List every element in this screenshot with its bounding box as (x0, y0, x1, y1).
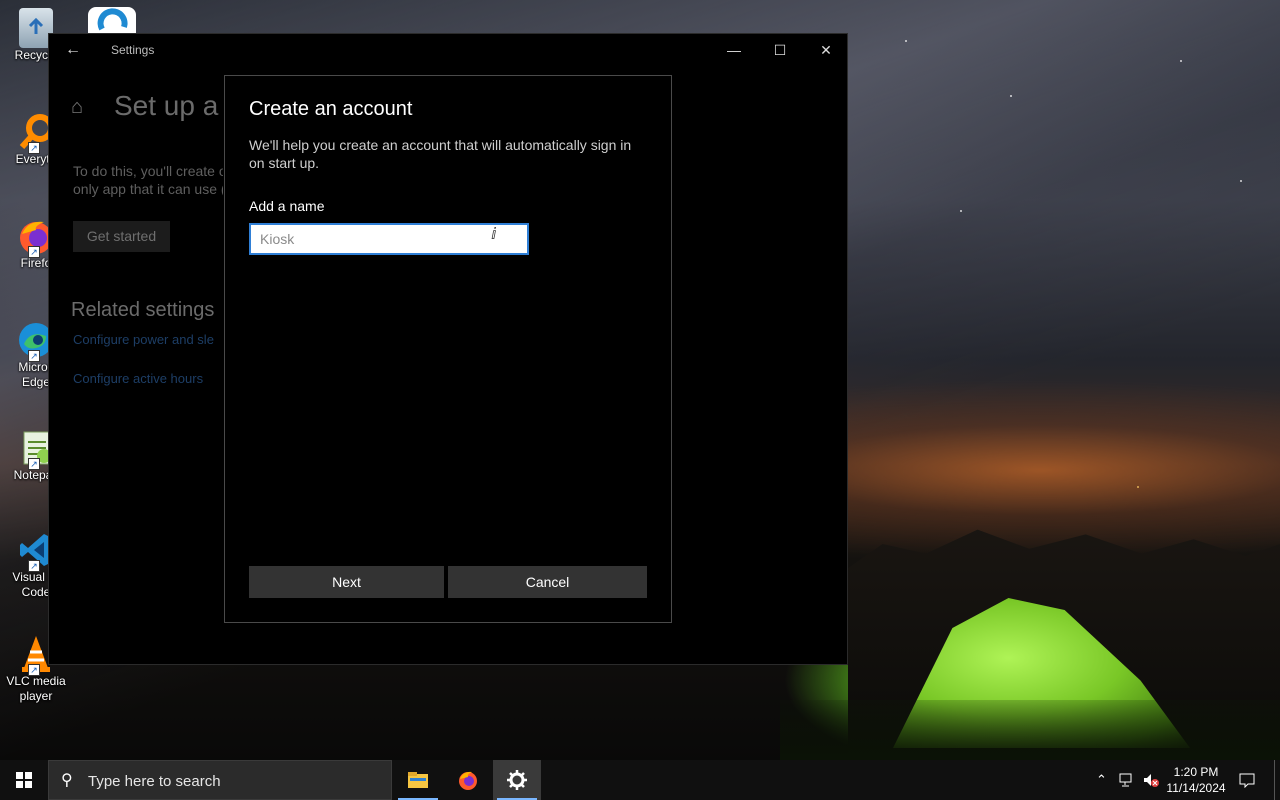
taskbar-firefox[interactable] (444, 760, 492, 800)
cancel-button[interactable]: Cancel (448, 566, 647, 598)
taskbar-search-box[interactable]: ⚲ Type here to search (48, 760, 392, 800)
show-desktop-button[interactable] (1274, 760, 1280, 800)
related-settings-heading: Related settings (71, 299, 215, 321)
shortcut-arrow-icon: ↗ (28, 246, 40, 258)
settings-gear-icon (507, 770, 527, 790)
desktop-icon-label: VLC media player (6, 674, 66, 703)
file-explorer-icon (408, 772, 428, 788)
clock-time: 1:20 PM (1173, 765, 1219, 779)
create-account-dialog: Create an account We'll help you create … (224, 75, 672, 623)
clock-date: 11/14/2024 (1166, 781, 1226, 795)
action-center-icon[interactable] (1238, 772, 1256, 788)
volume-muted-icon[interactable] (1142, 772, 1160, 788)
firefox-icon (459, 771, 477, 790)
shortcut-arrow-icon: ↗ (28, 458, 40, 470)
description-line: To do this, you'll create o (73, 163, 223, 179)
taskbar: ⚲ Type here to search ⌃ 1:20 PM 11/14/20… (0, 760, 1280, 800)
start-button[interactable] (0, 760, 48, 800)
close-button[interactable]: ✕ (803, 34, 849, 66)
shortcut-arrow-icon: ↗ (28, 350, 40, 362)
minimize-button[interactable]: — (711, 34, 757, 66)
page-description: To do this, you'll create o only app tha… (73, 162, 223, 198)
dialog-description: We'll help you create an account that wi… (249, 137, 632, 171)
back-arrow-icon[interactable]: ← (63, 40, 83, 60)
link-configure-power[interactable]: Configure power and sle (73, 332, 225, 347)
maximize-button[interactable]: ☐ (757, 34, 803, 66)
search-icon: ⚲ (61, 772, 73, 789)
window-title: Settings (111, 43, 155, 57)
text-cursor-icon: ⅈ (491, 226, 497, 243)
windows-logo-icon (16, 772, 32, 788)
description-line: only app that it can use ( (73, 181, 223, 197)
shortcut-arrow-icon: ↗ (28, 664, 40, 676)
taskbar-settings[interactable] (493, 760, 541, 800)
taskbar-file-explorer[interactable] (394, 760, 442, 800)
wallpaper-grass (780, 700, 1280, 760)
search-placeholder: Type here to search (88, 773, 221, 790)
name-field-label: Add a name (249, 198, 325, 214)
get-started-button[interactable]: Get started (73, 221, 170, 252)
desktop-icon-partial[interactable] (88, 7, 136, 33)
shortcut-arrow-icon: ↗ (28, 560, 40, 572)
network-icon[interactable] (1118, 772, 1136, 788)
taskbar-clock[interactable]: 1:20 PM 11/14/2024 (1160, 764, 1232, 796)
dialog-title: Create an account (249, 98, 413, 120)
chevron-up-icon[interactable]: ⌃ (1096, 772, 1107, 800)
shortcut-arrow-icon: ↗ (28, 142, 40, 154)
home-icon[interactable]: ⌂ (71, 96, 83, 119)
link-configure-active-hours[interactable]: Configure active hours (73, 371, 225, 386)
name-input[interactable] (249, 223, 529, 255)
app-logo-icon (97, 8, 128, 31)
page-title: Set up a k (114, 90, 229, 121)
next-button[interactable]: Next (249, 566, 444, 598)
settings-titlebar[interactable]: ← Settings — ☐ ✕ (49, 34, 847, 66)
